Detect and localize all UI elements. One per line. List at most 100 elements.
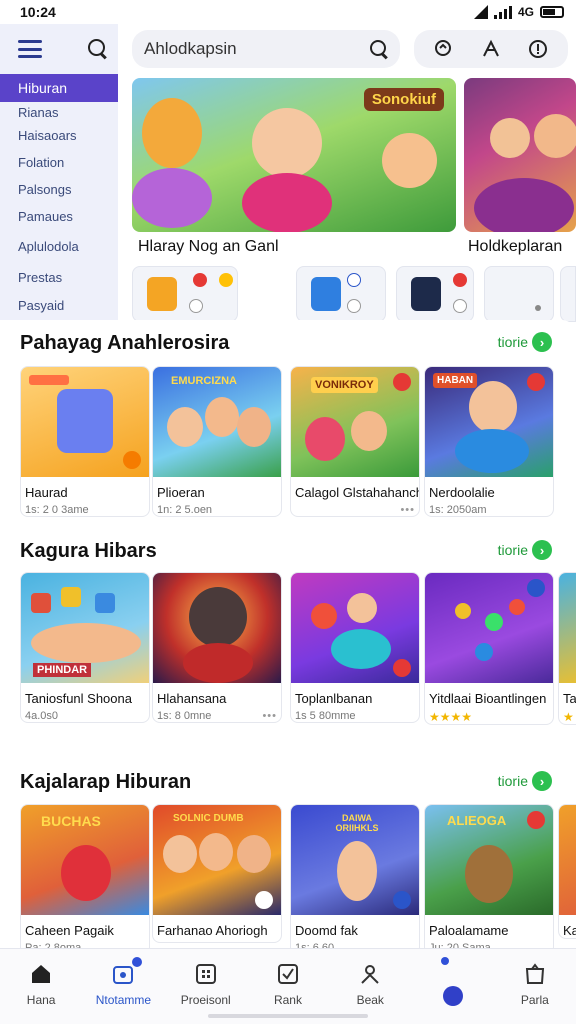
card-banner: ALIEOGA xyxy=(447,813,507,828)
nav-item-bag[interactable]: Parla xyxy=(494,949,576,1024)
search-icon[interactable] xyxy=(88,39,108,59)
card-title: Nerdoolalie xyxy=(429,485,495,500)
game-card[interactable]: EMURCIZNA Plioeran 1n: 2 5.oen xyxy=(152,366,282,517)
sidebar-item[interactable]: Haisaoars xyxy=(0,122,118,149)
card-meta: 1s: 8 0mne xyxy=(157,710,212,722)
hero-title: Hlaray Nog an Ganl xyxy=(138,238,279,255)
game-card[interactable]: Ta ★ xyxy=(558,572,576,725)
search-bar[interactable]: Ahlodkapsin xyxy=(132,30,400,68)
sidebar-item[interactable]: Palsongs xyxy=(0,176,118,203)
nav-item-grid[interactable]: Proeisonl xyxy=(165,949,247,1024)
sidebar-item[interactable]: Rianas xyxy=(0,102,118,122)
see-more-link[interactable]: tiorie › xyxy=(498,771,552,791)
card-title: Farhanao Ahoriogh xyxy=(157,923,268,938)
app-chip[interactable] xyxy=(396,266,474,322)
game-card[interactable]: HABAN Nerdoolalie 1s: 2050am xyxy=(424,366,554,517)
signal-icon xyxy=(493,5,512,19)
notification-badge xyxy=(441,957,450,965)
hero-banner-text: Sonokiuf xyxy=(363,88,444,111)
bag-icon xyxy=(522,961,548,987)
nav-item-home[interactable]: Hana xyxy=(0,949,82,1024)
dot-icon xyxy=(440,983,466,1009)
info-icon[interactable] xyxy=(527,38,549,60)
card-title: Paloalamame xyxy=(429,923,509,938)
app-chip[interactable] xyxy=(296,266,386,322)
sidebar-item[interactable]: Pamaues xyxy=(0,203,118,230)
card-title: Ta xyxy=(563,691,576,706)
see-more-label: tiorie xyxy=(497,334,528,350)
nav-label: Proeisonl xyxy=(180,993,231,1007)
card-meta: 1s: 2 0 3ame xyxy=(25,504,89,516)
section-title: Kajalarap Hiburan xyxy=(20,771,192,793)
rating-stars: ★ xyxy=(563,710,574,724)
wifi-icon xyxy=(473,5,488,19)
game-card[interactable]: ALIEOGA Paloalamame Ju: 20 Sama xyxy=(424,804,554,955)
card-banner: DAIWA ORIIHKLS xyxy=(335,813,379,833)
app-chip[interactable] xyxy=(132,266,238,322)
menu-icon[interactable] xyxy=(18,40,42,58)
home-indicator xyxy=(208,1014,368,1018)
nav-label: Hana xyxy=(26,993,56,1007)
sidebar-item[interactable]: Aplulodola xyxy=(0,230,118,262)
game-card[interactable]: Toplanlbanan 1s 5 80mme xyxy=(290,572,420,723)
card-meta: 1s: 2050am xyxy=(429,504,487,516)
nav-item-profile[interactable]: Beak xyxy=(329,949,411,1024)
hero-banner[interactable] xyxy=(464,78,576,232)
app-chip-edge xyxy=(560,266,576,322)
scan-icon[interactable] xyxy=(433,38,455,60)
card-banner: VONIKROY xyxy=(311,377,378,393)
arrow-right-icon: › xyxy=(532,540,552,560)
app-chip[interactable] xyxy=(484,266,554,322)
status-time: 10:24 xyxy=(20,4,56,20)
search-icon[interactable] xyxy=(370,40,388,58)
sidebar-item[interactable]: Folation xyxy=(0,149,118,176)
game-card[interactable]: DAIWA ORIIHKLS Doomd fak 1s: 6 60 xyxy=(290,804,420,955)
section-title: Pahayag Anahlerosira xyxy=(20,332,230,354)
card-meta: 4a.0s0 xyxy=(25,710,59,722)
card-title: Caheen Pagaik xyxy=(25,923,114,938)
nav-label: Ntotamme xyxy=(95,993,152,1007)
card-meta: 1n: 2 5.oen xyxy=(157,504,213,516)
hero-banner[interactable]: Sonokiuf xyxy=(132,78,456,232)
see-more-link[interactable]: tiorie › xyxy=(498,540,552,560)
game-card[interactable]: PHINDAR Taniosfunl Shoona 4a.0s0 xyxy=(20,572,150,723)
game-card[interactable]: SOLNIC DUMB Farhanao Ahoriogh xyxy=(152,804,282,943)
card-banner: HABAN xyxy=(433,373,478,388)
game-card[interactable]: Haurad 1s: 2 0 3ame xyxy=(20,366,150,517)
nav-item-rank[interactable]: Rank xyxy=(247,949,329,1024)
card-title: Haurad xyxy=(25,485,68,500)
card-banner: SOLNIC DUMB xyxy=(173,813,244,824)
sidebar: Hiburan Rianas Haisaoars Folation Palson… xyxy=(0,24,118,320)
game-card[interactable]: BUCHAS Caheen Pagaik Pa: 2 8oma xyxy=(20,804,150,955)
network-type: 4G xyxy=(517,5,534,19)
notification-badge xyxy=(132,957,143,967)
game-card[interactable]: Hlahansana 1s: 8 0mne ••• xyxy=(152,572,282,723)
more-options-icon[interactable]: ••• xyxy=(262,710,277,722)
arrow-right-icon: › xyxy=(532,771,552,791)
game-card[interactable]: Ka xyxy=(558,804,576,939)
rating-stars: ★★★★ xyxy=(429,710,473,724)
more-options-icon[interactable]: ••• xyxy=(400,504,415,516)
nav-item-dot[interactable] xyxy=(411,949,493,1024)
card-meta: 1s 5 80mme xyxy=(295,710,356,722)
card-title: Ka xyxy=(563,923,576,938)
search-input[interactable]: Ahlodkapsin xyxy=(144,39,237,59)
card-title: Plioeran xyxy=(157,485,205,500)
game-card[interactable]: VONIKROY Calagol Glstahahanch ••• xyxy=(290,366,420,517)
sidebar-item[interactable]: Pasyaid xyxy=(0,292,118,319)
sidebar-item-active[interactable]: Hiburan xyxy=(0,74,118,102)
bookmark-icon[interactable] xyxy=(480,38,502,60)
nav-label: Rank xyxy=(273,993,302,1007)
battery-icon xyxy=(540,6,564,18)
nav-label: Parla xyxy=(520,993,549,1007)
card-title: Calagol Glstahahanch xyxy=(295,485,419,500)
game-card[interactable]: Yitdlaai Bioantlingen ★★★★ xyxy=(424,572,554,725)
card-banner: BUCHAS xyxy=(41,813,101,829)
sidebar-item[interactable]: Prestas xyxy=(0,262,118,292)
nav-item-apps[interactable]: Ntotamme xyxy=(82,949,164,1024)
status-bar: 10:24 4G xyxy=(0,0,576,24)
card-title: Taniosfunl Shoona xyxy=(25,691,132,706)
home-icon xyxy=(28,961,54,987)
see-more-link[interactable]: tiorie › xyxy=(498,332,552,352)
nav-label: Beak xyxy=(356,993,384,1007)
